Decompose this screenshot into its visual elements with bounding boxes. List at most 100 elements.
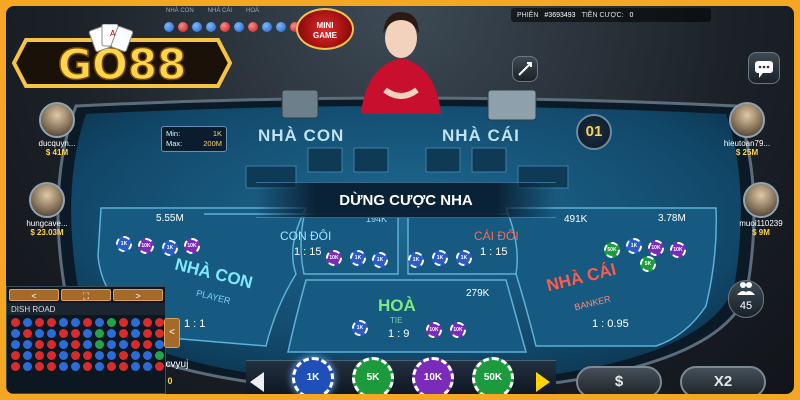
road-dot [11, 351, 20, 360]
road-nav: < ⛶ > [7, 287, 165, 303]
online-users-button[interactable]: 45 [728, 280, 764, 318]
bet-chip: 1K [352, 320, 368, 336]
road-dot [35, 340, 44, 349]
bet-chip: 1K [116, 236, 132, 252]
road-dot [119, 351, 128, 360]
session-label: PHIÊN [517, 11, 539, 19]
road-dot [119, 329, 128, 338]
tie-total: 279K [466, 288, 490, 299]
round-counter: 01 [576, 114, 612, 150]
banker-pair-title: CÁI ĐÔI [474, 229, 519, 243]
road-prev-button[interactable]: < [9, 289, 59, 301]
road-dot [119, 318, 128, 327]
banker-total: 3.78M [658, 213, 686, 224]
player-area-label: NHÀ CON [258, 126, 345, 145]
road-dot [178, 22, 188, 32]
bet-value: 0 [629, 11, 634, 19]
road-dot [47, 351, 56, 360]
road-dot [143, 351, 152, 360]
road-dot [143, 340, 152, 349]
road-dot [192, 22, 202, 32]
road-dot [23, 362, 32, 371]
road-dot [276, 22, 286, 32]
road-next-button[interactable]: > [113, 289, 163, 301]
min-value: 1K [212, 129, 222, 138]
player-seat[interactable]: hungcave... $ 23.03M [10, 182, 84, 237]
road-dot [155, 351, 164, 360]
avatar [729, 102, 765, 138]
session-value: #3693493 [544, 11, 576, 19]
road-dot [11, 329, 20, 338]
player-money: $ 9M [752, 228, 770, 237]
chip-next-icon[interactable] [536, 372, 550, 392]
road-dot [71, 340, 80, 349]
road-dot [11, 362, 20, 371]
road-dot [131, 340, 140, 349]
history-icon[interactable] [512, 56, 538, 82]
chat-icon[interactable] [748, 52, 780, 84]
legend-banker: NHÀ CÁI [207, 8, 233, 14]
road-dot [107, 340, 116, 349]
road-dot [35, 318, 44, 327]
banker-pair-total: 491K [564, 214, 588, 225]
dealer-image [361, 12, 441, 114]
chip-1k-button[interactable]: 1K [292, 357, 334, 394]
chip-50k-button[interactable]: 50K [472, 357, 514, 394]
road-dot [59, 329, 68, 338]
double-button[interactable]: X2 [680, 366, 766, 394]
mini-game-label-2: GAME [313, 31, 337, 40]
bet-chip: 1K [162, 240, 178, 256]
road-dot [131, 362, 140, 371]
banker-odds: 1 : 0.95 [592, 318, 629, 330]
bet-chip: 10K [648, 240, 664, 256]
max-label: Max: [166, 139, 183, 148]
min-row: Min: 1K [166, 129, 222, 139]
road-dot [83, 362, 92, 371]
road-dot [131, 351, 140, 360]
chip-10k-button[interactable]: 10K [412, 357, 454, 394]
road-dot [234, 22, 244, 32]
bet-chip: 10K [426, 322, 442, 338]
road-dot [95, 362, 104, 371]
road-expand-button[interactable]: ⛶ [61, 289, 111, 301]
road-dot [131, 329, 140, 338]
bet-limits: Min: 1K Max: 200M [161, 126, 227, 152]
top-legend: NHÀ CON NHÀ CÁI HOÀ [166, 8, 259, 14]
road-dot [23, 329, 32, 338]
status-banner: DỪNG CƯỢC NHA [256, 182, 556, 218]
road-collapse-button[interactable]: < [164, 318, 180, 348]
mini-game-button[interactable]: MINI GAME [296, 8, 354, 50]
svg-text:A: A [110, 29, 116, 38]
player-pair-odds: 1 : 15 [294, 246, 322, 258]
player-name: acvyuj [160, 359, 189, 370]
player-seat[interactable]: hieutoan79... $ 25M [710, 102, 784, 157]
bet-chip: 1K [456, 250, 472, 266]
bet-chip: 1K [626, 238, 642, 254]
chip-5k-button[interactable]: 5K [352, 357, 394, 394]
road-dot [143, 318, 152, 327]
road-dot [47, 329, 56, 338]
road-dot [164, 22, 174, 32]
road-dot [143, 362, 152, 371]
game-screen: GO88 A NHÀ CON NHÀ CÁI HOÀ MINI GAME PHI… [6, 6, 794, 394]
road-dot [95, 318, 104, 327]
road-dot [83, 340, 92, 349]
player-seat[interactable]: muoi110239 $ 9M [724, 182, 794, 237]
player-name: muoi110239 [739, 219, 783, 228]
avatar [39, 102, 75, 138]
road-dot [248, 22, 258, 32]
tie-odds: 1 : 9 [388, 328, 410, 340]
road-dot [47, 362, 56, 371]
player-seat[interactable]: ducquyn... $ 41M [20, 102, 94, 157]
road-dot [131, 318, 140, 327]
rebet-button[interactable]: $ [576, 366, 662, 394]
road-dot [119, 362, 128, 371]
chip-prev-icon[interactable] [250, 372, 264, 392]
road-dot [59, 340, 68, 349]
road-dot [35, 351, 44, 360]
road-dot [155, 340, 164, 349]
road-dot [83, 329, 92, 338]
max-row: Max: 200M [166, 139, 222, 149]
road-dot [23, 351, 32, 360]
tie-sub: TIE [390, 316, 403, 325]
